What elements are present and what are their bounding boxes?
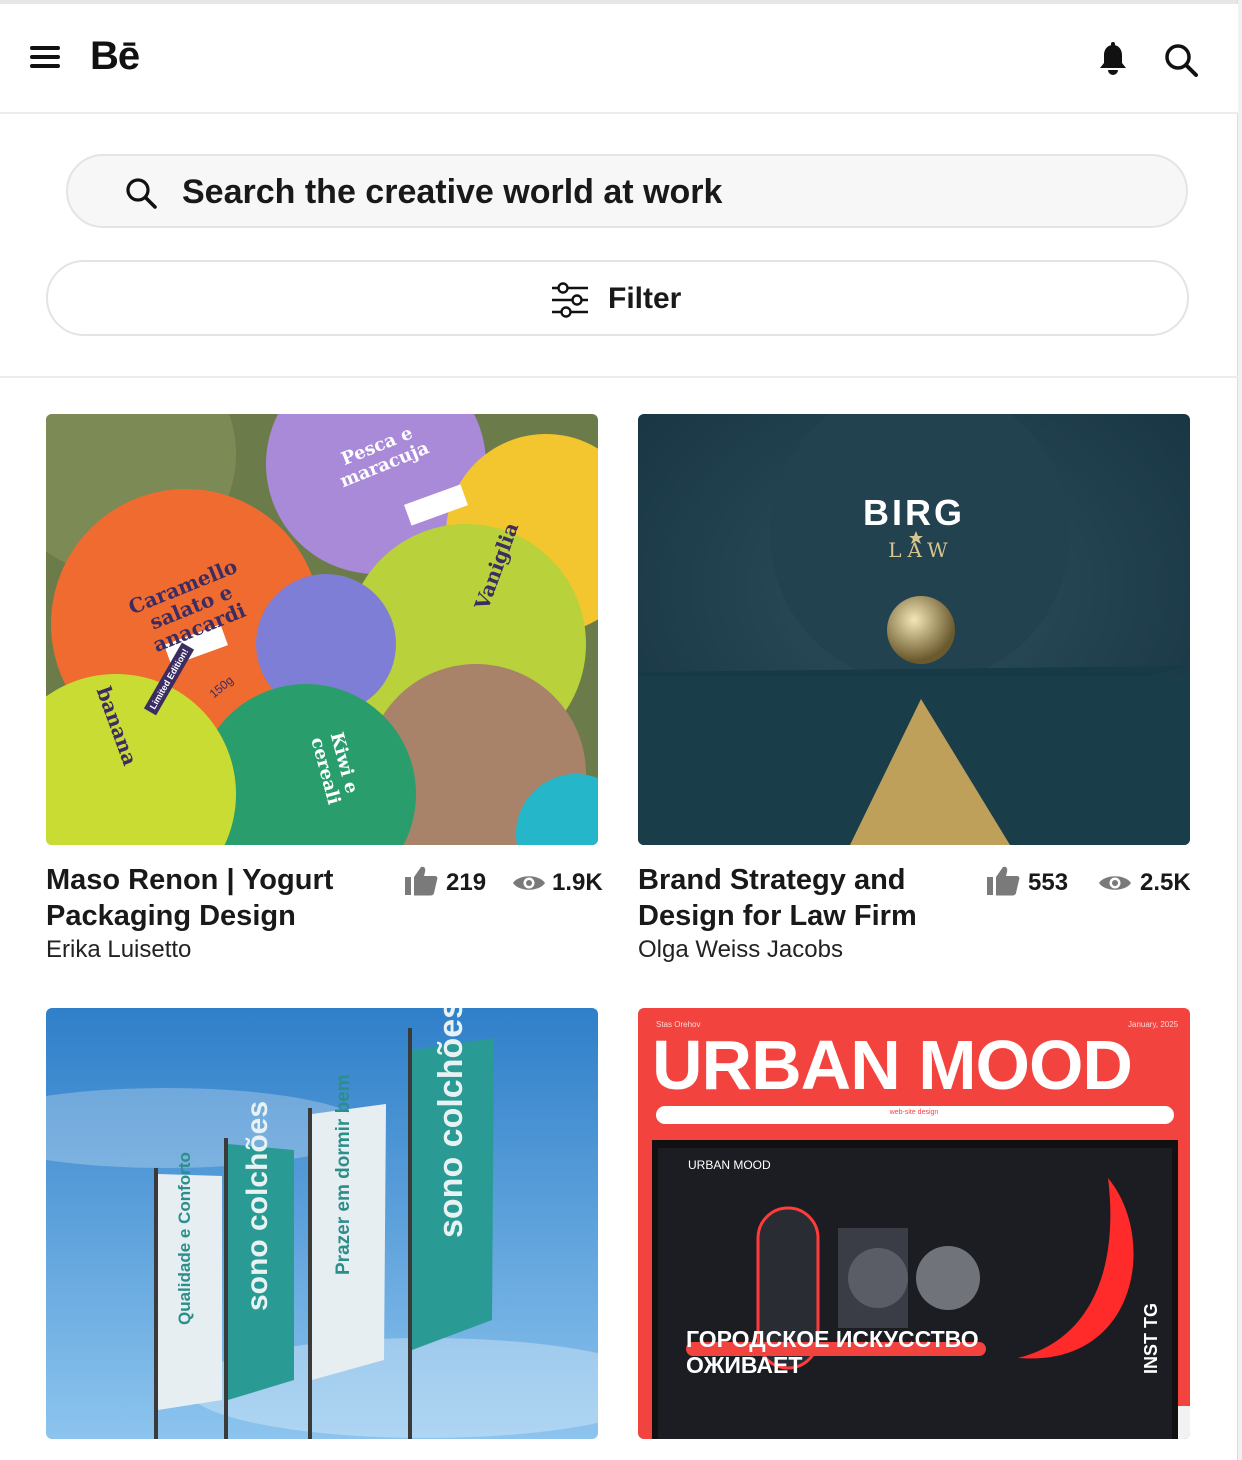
urban-mood-slogan: ГОРОДСКОЕ ИСКУССТВО ОЖИВАЕТ bbox=[686, 1326, 979, 1378]
search-icon[interactable] bbox=[1163, 42, 1199, 78]
project-owner[interactable]: Olga Weiss Jacobs bbox=[638, 936, 843, 964]
project-cover-image[interactable]: Stas Orehov January, 2025 URBAN MOOD web… bbox=[638, 1008, 1190, 1439]
project-owner[interactable]: Erika Luisetto bbox=[46, 936, 191, 964]
section-divider bbox=[0, 376, 1238, 378]
flag-brand-text: sono colchões bbox=[241, 1101, 281, 1311]
project-title[interactable]: Brand Strategy and Design for Law Firm bbox=[638, 862, 988, 934]
flag-text: Prazer em dormir bem bbox=[333, 1074, 363, 1275]
eye-icon bbox=[513, 876, 545, 890]
behance-logo[interactable]: Bē bbox=[90, 34, 140, 79]
flag-text: Qualidade e Conforto bbox=[175, 1152, 205, 1325]
thumbs-up-icon bbox=[987, 866, 1020, 896]
search-input[interactable]: Search the creative world at work bbox=[66, 154, 1188, 228]
search-placeholder: Search the creative world at work bbox=[182, 173, 723, 211]
appreciation-count: 219 bbox=[446, 869, 487, 896]
thumbs-up-icon bbox=[405, 866, 438, 896]
urban-mood-small-logo: URBAN MOOD bbox=[688, 1158, 771, 1172]
project-cover-image[interactable]: Qualidade e Conforto sono colchões Praze… bbox=[46, 1008, 598, 1439]
project-cover-image[interactable]: Caramello salato e anacardi Pesca e mara… bbox=[46, 414, 598, 845]
eye-icon bbox=[1099, 876, 1131, 890]
appreciation-count: 553 bbox=[1028, 869, 1069, 896]
flag-brand-text: sono colchões bbox=[432, 1008, 472, 1238]
filter-label: Filter bbox=[608, 282, 682, 315]
top-navigation-bar: Bē bbox=[0, 4, 1238, 114]
project-title[interactable]: Maso Renon | Yogurt Packaging Design bbox=[46, 862, 396, 934]
web-site-design-caption: web-site design bbox=[889, 1109, 939, 1116]
page-scrollbar[interactable] bbox=[1237, 0, 1242, 1460]
birg-law-artwork bbox=[638, 414, 1190, 845]
filter-button[interactable]: Filter bbox=[46, 260, 1189, 336]
birg-logo-text: BIRG bbox=[863, 492, 965, 533]
law-logo-text: LAW bbox=[888, 538, 954, 562]
urban-mood-headline: URBAN MOOD bbox=[652, 1026, 1133, 1104]
view-count: 2.5K bbox=[1140, 869, 1191, 896]
search-icon bbox=[126, 178, 157, 209]
menu-icon[interactable] bbox=[30, 44, 60, 70]
view-count: 1.9K bbox=[552, 869, 603, 896]
sono-flags-artwork bbox=[46, 1008, 598, 1439]
notification-bell-icon[interactable] bbox=[1096, 42, 1130, 78]
filter-sliders-icon bbox=[552, 282, 588, 318]
social-links-text: INST TG bbox=[1141, 1303, 1161, 1374]
project-cover-image[interactable]: BIRG LAW bbox=[638, 414, 1190, 845]
